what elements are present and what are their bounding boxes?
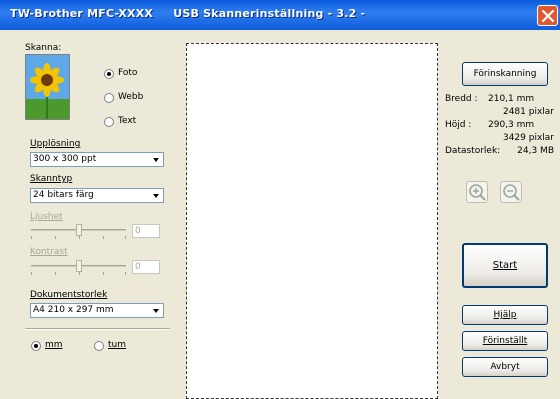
unit-inch-radio[interactable] [94,341,104,351]
scantype-select[interactable]: 24 bitars färg [30,188,164,203]
photo-thumbnail [25,54,70,120]
divider [25,328,170,330]
height-mm: 290,3 mm [488,120,535,130]
resolution-select[interactable]: 300 x 300 ppt [30,152,164,167]
height-label: Höjd : [445,120,472,130]
scan-photo-label[interactable]: Foto [118,68,137,78]
scan-web-label[interactable]: Webb [118,92,143,102]
default-button[interactable]: Förinställt [462,331,548,351]
scan-label: Skanna: [25,43,62,53]
scan-text-radio[interactable] [104,117,114,127]
datasize-label: Datastorlek: [445,146,501,156]
zoom-out-button[interactable] [500,181,522,203]
resolution-label: Upplösning [30,139,81,149]
title-bar[interactable]: TW-Brother MFC-XXXX USB Skannerinställni… [0,0,560,30]
window-title: TW-Brother MFC-XXXX USB Skannerinställni… [10,7,366,20]
scan-photo-radio[interactable] [104,69,114,79]
unit-inch-label[interactable]: tum [108,340,126,350]
height-px: 3429 pixlar [502,133,554,143]
width-label: Bredd : [445,94,478,104]
scantype-value: 24 bitars färg [33,190,94,200]
scan-web-radio[interactable] [104,93,114,103]
brightness-value: 0 [135,226,141,236]
unit-mm-label[interactable]: mm [45,340,63,350]
close-icon [542,10,554,22]
chevron-down-icon [153,158,159,162]
brightness-label: Ljushet [30,212,63,222]
docsize-select[interactable]: A4 210 x 297 mm [30,303,164,318]
width-px: 2481 pixlar [502,107,554,117]
zoom-in-icon [469,184,486,201]
scan-text-label[interactable]: Text [118,116,136,126]
chevron-down-icon [153,194,159,198]
chevron-down-icon [153,309,159,313]
start-button[interactable]: Start [462,243,548,288]
close-button[interactable] [537,5,558,26]
contrast-value: 0 [135,262,141,272]
brightness-value-field: 0 [132,224,160,238]
help-button[interactable]: Hjälp [462,305,548,325]
zoom-in-button[interactable] [466,181,488,203]
contrast-value-field: 0 [132,260,160,274]
cancel-button[interactable]: Avbryt [462,357,548,377]
sunflower-icon [26,55,69,119]
resolution-value: 300 x 300 ppt [33,154,97,164]
docsize-value: A4 210 x 297 mm [33,305,114,315]
scantype-label: Skanntyp [30,174,73,184]
contrast-label: Kontrast [30,247,68,257]
width-mm: 210,1 mm [488,94,535,104]
docsize-label: Dokumentstorlek [30,290,108,300]
preview-area[interactable] [186,43,438,399]
prescan-button[interactable]: Förinskanning [462,62,548,86]
datasize-value: 24,3 MB [517,146,554,156]
unit-mm-radio[interactable] [31,341,41,351]
zoom-out-icon [503,184,520,201]
